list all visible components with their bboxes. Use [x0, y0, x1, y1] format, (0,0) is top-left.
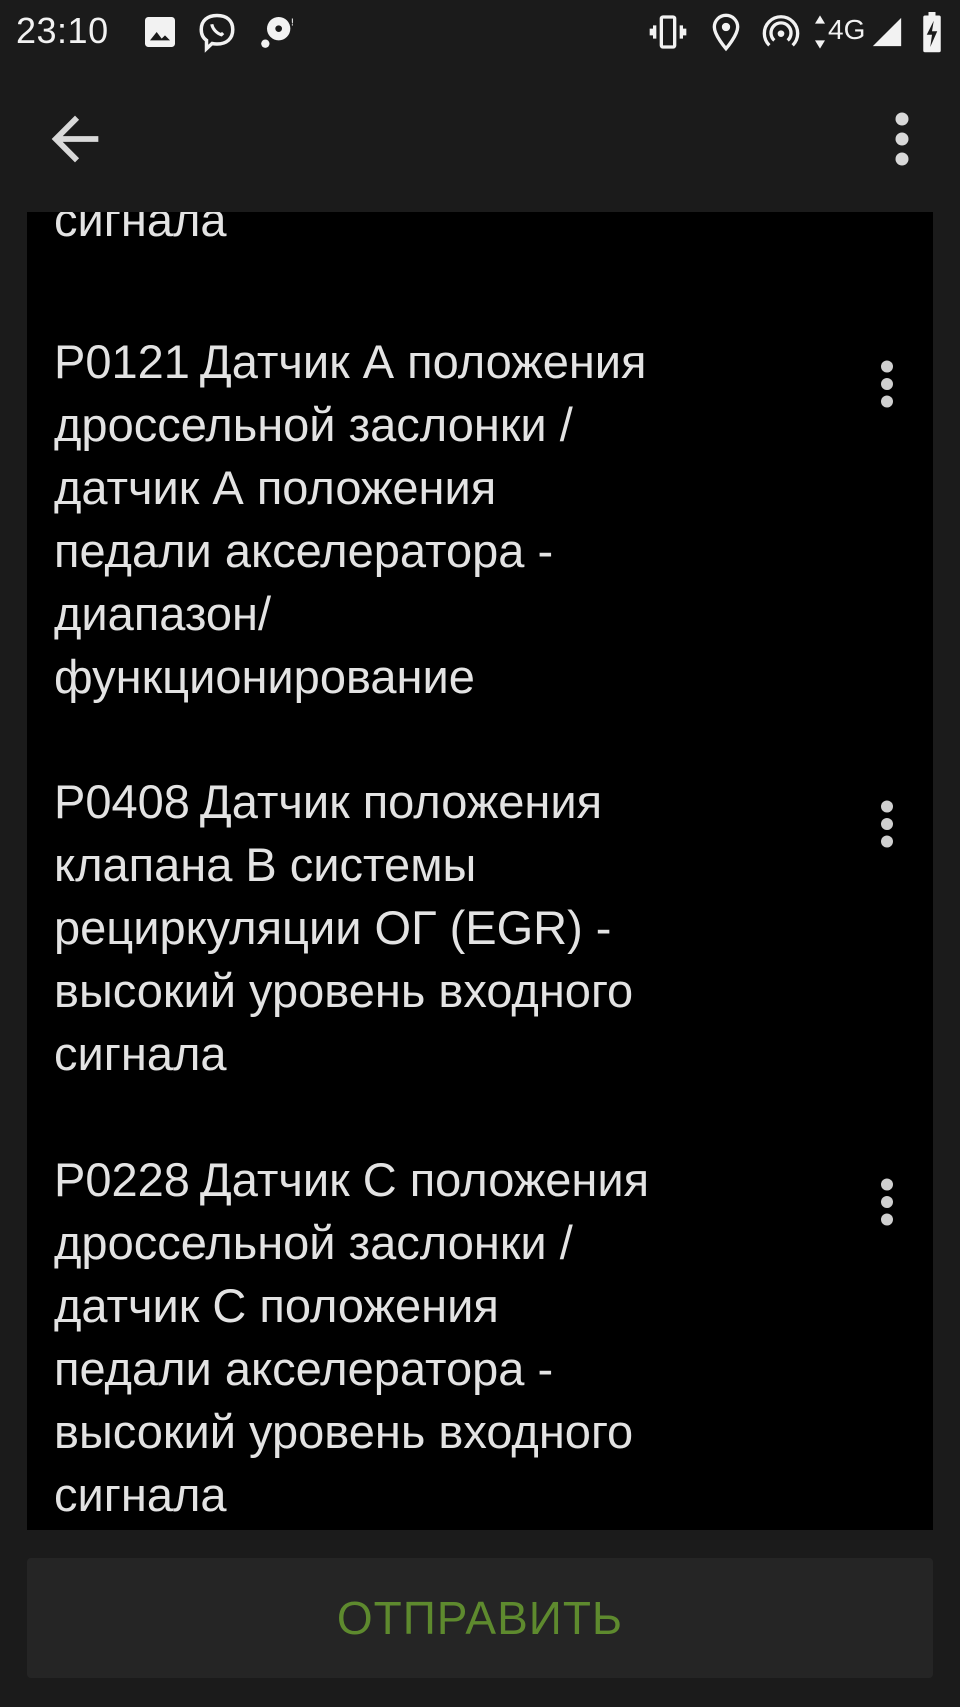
svg-text:!: !: [290, 17, 294, 28]
dtc-line: диапазон/: [54, 587, 272, 640]
more-vert-icon: [895, 112, 909, 166]
dtc-line: высокий уровень входного: [54, 1405, 634, 1458]
dtc-line: функционирование: [54, 650, 475, 703]
dtc-line: Датчик положения: [199, 775, 603, 828]
back-button[interactable]: [40, 104, 110, 174]
battery-charging-icon: [920, 12, 944, 53]
dtc-line: высокий уровень входного: [54, 964, 634, 1017]
more-vert-icon: [881, 1178, 893, 1226]
vibrate-icon: [646, 12, 690, 52]
chat-bubble-icon: !: [256, 12, 298, 52]
list-item-partial-text: сигнала: [54, 212, 227, 246]
dtc-list[interactable]: сигнала P0121 Датчик А положения дроссель…: [27, 212, 933, 1530]
dtc-line: датчик С положения: [54, 1279, 499, 1332]
dtc-line: педали акселератора -: [54, 524, 554, 577]
hotspot-icon: [760, 12, 802, 52]
dtc-line: клапана В системы: [54, 838, 477, 891]
dtc-description: P0408 Датчик положения клапана В системы …: [54, 770, 784, 1085]
image-icon: [140, 12, 180, 52]
dtc-description: P0121 Датчик А положения дроссельной засл…: [54, 330, 784, 708]
dtc-line: сигнала: [54, 1027, 227, 1080]
dtc-code: P0408: [54, 775, 190, 828]
arrow-back-icon: [51, 115, 99, 163]
overflow-menu-button[interactable]: [872, 104, 932, 174]
dtc-line: рециркуляции ОГ (EGR) -: [54, 901, 612, 954]
location-icon: [706, 12, 746, 52]
dtc-line: Датчик А положения: [199, 335, 647, 388]
dtc-line: дроссельной заслонки /: [54, 1216, 573, 1269]
dtc-line: педали акселератора -: [54, 1342, 554, 1395]
item-menu-button[interactable]: [867, 354, 907, 414]
viber-icon: [196, 12, 238, 53]
item-menu-button[interactable]: [867, 794, 907, 854]
status-bar: 23:10 ! 4G: [0, 0, 960, 64]
dtc-description: P0228 Датчик С положения дроссельной засл…: [54, 1148, 784, 1526]
send-button[interactable]: ОТПРАВИТЬ: [27, 1558, 933, 1678]
more-vert-icon: [881, 360, 893, 408]
dtc-line: сигнала: [54, 1468, 227, 1521]
dtc-code: P0228: [54, 1153, 190, 1206]
send-button-label: ОТПРАВИТЬ: [336, 1592, 624, 1644]
more-vert-icon: [881, 800, 893, 848]
dtc-line: датчик А положения: [54, 461, 497, 514]
signal-icon: [870, 12, 904, 52]
data-arrows-icon: [812, 12, 828, 52]
dtc-line: Датчик С положения: [199, 1153, 650, 1206]
network-type: 4G: [828, 14, 866, 45]
dtc-code: P0121: [54, 335, 190, 388]
app-bar: [0, 64, 960, 212]
dtc-line: дроссельной заслонки /: [54, 398, 573, 451]
item-menu-button[interactable]: [867, 1172, 907, 1232]
status-time: 23:10: [16, 10, 109, 51]
